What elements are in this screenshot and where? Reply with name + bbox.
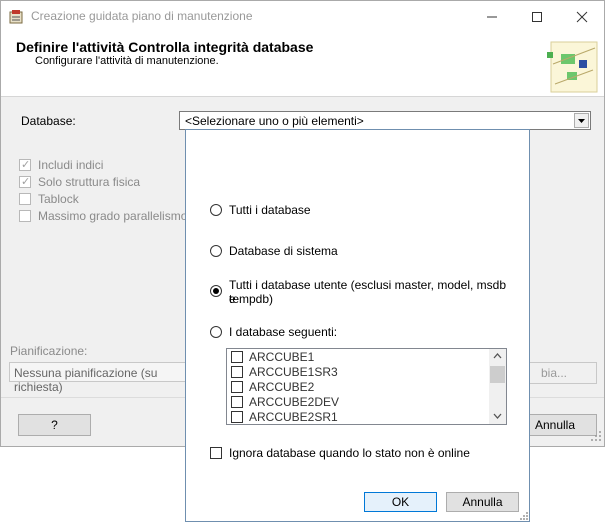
radio-following-databases[interactable]: I database seguenti:: [210, 325, 510, 341]
radio-all-databases[interactable]: Tutti i database: [210, 203, 510, 219]
schedule-field: Nessuna pianificazione (su richiesta): [9, 362, 191, 394]
include-indexes-checkbox[interactable]: [19, 158, 31, 171]
radio-all-label: Tutti i database: [229, 203, 311, 217]
help-button[interactable]: ?: [18, 414, 91, 436]
list-item-label: ARCCUBE2SR1: [249, 410, 338, 424]
wizard-header: Definire l'attività Controlla integrità …: [1, 32, 604, 97]
list-scrollbar[interactable]: [489, 349, 506, 424]
app-icon: [9, 10, 23, 24]
tablock-checkbox[interactable]: [19, 193, 31, 205]
list-item[interactable]: ARCCUBE2SR1: [231, 410, 489, 424]
ignore-offline-label: Ignora database quando lo stato non è on…: [229, 446, 470, 460]
physical-only-label: Solo struttura fisica: [38, 175, 141, 189]
resize-grip-icon[interactable]: [590, 430, 602, 442]
database-checklist: ARCCUBE1 ARCCUBE1SR3 ARCCUBE2 ARCCUBE2DE…: [226, 348, 507, 425]
scroll-up-icon[interactable]: [492, 352, 503, 360]
list-item-label: ARCCUBE2DEV: [249, 395, 340, 409]
list-item-label: ARCCUBE1: [249, 350, 315, 364]
database-label: Database:: [21, 114, 76, 128]
tablock-label: Tablock: [38, 192, 79, 206]
radio-user-label-line2: tempdb): [229, 292, 274, 306]
ignore-offline-option[interactable]: Ignora database quando lo stato non è on…: [210, 446, 510, 462]
scrollbar-thumb[interactable]: [490, 366, 505, 383]
list-item-checkbox[interactable]: [231, 351, 243, 363]
chevron-down-icon: [578, 119, 585, 123]
radio-system-button[interactable]: [210, 245, 222, 257]
option-tablock[interactable]: Tablock: [19, 192, 189, 206]
list-item-label: ARCCUBE1SR3: [249, 365, 338, 379]
database-dropdown-button[interactable]: [574, 113, 589, 128]
page-title: Definire l'attività Controlla integrità …: [16, 39, 314, 55]
max-dop-checkbox[interactable]: [19, 210, 31, 222]
schedule-label: Pianificazione:: [10, 344, 88, 358]
minimize-button[interactable]: [469, 1, 515, 32]
radio-system-databases[interactable]: Database di sistema: [210, 244, 510, 260]
list-item-checkbox[interactable]: [231, 411, 243, 423]
popup-cancel-button[interactable]: Annulla: [446, 492, 519, 512]
close-icon: [576, 11, 588, 23]
include-indexes-label: Includi indici: [38, 158, 104, 172]
radio-following-label: I database seguenti:: [229, 325, 338, 339]
option-include-indexes[interactable]: Includi indici: [19, 158, 189, 172]
database-selection-popup: Tutti i database Database di sistema Tut…: [185, 129, 530, 522]
radio-following-button[interactable]: [210, 326, 222, 338]
title-bar: Creazione guidata piano di manutenzione: [1, 1, 604, 32]
list-item-label: ARCCUBE2: [249, 380, 315, 394]
schedule-value: Nessuna pianificazione (su richiesta): [14, 366, 158, 394]
page-subtitle: Configurare l'attività di manutenzione.: [35, 55, 219, 67]
popup-resize-grip-icon[interactable]: [519, 511, 529, 521]
list-item[interactable]: ARCCUBE1: [231, 350, 489, 365]
ignore-offline-checkbox[interactable]: [210, 447, 222, 459]
scroll-down-icon[interactable]: [492, 412, 503, 420]
list-item[interactable]: ARCCUBE1SR3: [231, 365, 489, 380]
option-physical-only[interactable]: Solo struttura fisica: [19, 175, 189, 189]
list-item[interactable]: ARCCUBE2: [231, 380, 489, 395]
popup-ok-button[interactable]: OK: [364, 492, 437, 512]
maximize-icon: [532, 12, 542, 22]
list-item-checkbox[interactable]: [231, 381, 243, 393]
list-item[interactable]: ARCCUBE2DEV: [231, 395, 489, 410]
database-combobox-value: <Selezionare uno o più elementi>: [185, 114, 364, 128]
maintenance-wizard-icon: [547, 41, 598, 93]
list-item-checkbox[interactable]: [231, 366, 243, 378]
radio-user-button[interactable]: [210, 285, 222, 297]
radio-all-button[interactable]: [210, 204, 222, 216]
list-item-checkbox[interactable]: [231, 396, 243, 408]
option-max-dop[interactable]: Massimo grado parallelismo: [19, 209, 189, 223]
max-dop-label: Massimo grado parallelismo: [38, 209, 188, 223]
database-combobox[interactable]: <Selezionare uno o più elementi>: [179, 111, 591, 130]
window-title: Creazione guidata piano di manutenzione: [31, 9, 253, 23]
radio-system-label: Database di sistema: [229, 244, 338, 258]
radio-user-databases[interactable]: Tutti i database utente (esclusi master,…: [210, 278, 510, 308]
physical-only-checkbox[interactable]: [19, 175, 31, 188]
minimize-icon: [487, 16, 497, 18]
close-button[interactable]: [559, 1, 605, 32]
maximize-button[interactable]: [514, 1, 560, 32]
